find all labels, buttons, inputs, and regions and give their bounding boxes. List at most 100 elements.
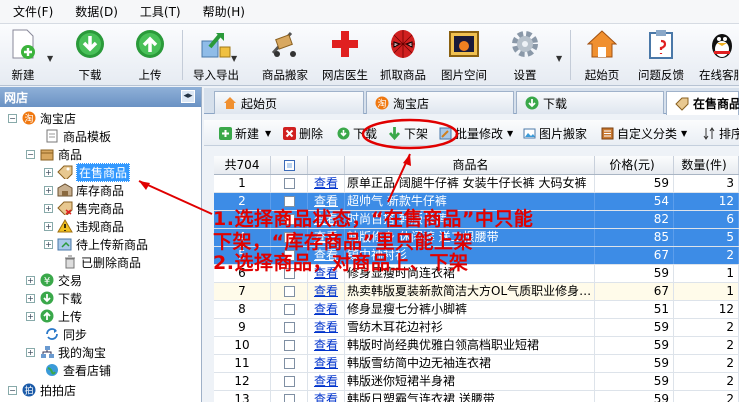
tree-node-pending-upload[interactable]: + 待上传新商品 xyxy=(44,235,148,253)
settings-button[interactable]: 设置 xyxy=(507,26,543,84)
table-row[interactable]: 11 查看 韩版雪纺简中边无袖连衣裙 59 2 xyxy=(214,355,739,373)
download-product-button[interactable]: 下载 xyxy=(336,124,377,142)
select-all-checkbox[interactable] xyxy=(271,156,308,174)
table-row[interactable]: 13 查看 韩版日塑霸气连衣裙 送腰带 59 2 xyxy=(214,391,739,402)
tree-node-sync[interactable]: 同步 xyxy=(44,325,87,343)
tree-node-on-sale[interactable]: + 在售商品 xyxy=(44,162,131,182)
collapse-icon[interactable]: − xyxy=(8,385,17,395)
custom-category-button[interactable]: 自定义分类 ▼ xyxy=(600,124,687,142)
menu-file[interactable]: 文件(F) xyxy=(0,3,62,20)
table-row[interactable]: 12 查看 韩版迷你短裙半身裙 59 2 xyxy=(214,373,739,391)
expand-icon[interactable]: + xyxy=(26,347,35,357)
product-quantity: 2 xyxy=(674,373,739,390)
batch-edit-button[interactable]: 批量修改 ▼ xyxy=(438,124,513,142)
row-checkbox[interactable] xyxy=(271,301,308,318)
view-link[interactable]: 查看 xyxy=(308,319,345,336)
tree-node-my-taobao[interactable]: + 我的淘宝 xyxy=(26,343,106,361)
view-link[interactable]: 查看 xyxy=(308,283,345,300)
menu-data[interactable]: 数据(D) xyxy=(62,3,127,20)
tree-node-download[interactable]: + 下载 xyxy=(26,289,82,307)
tree-node-sold-out[interactable]: + 售完商品 xyxy=(44,199,124,217)
view-link[interactable]: 查看 xyxy=(308,337,345,354)
new-product-button[interactable]: 新建 ▼ xyxy=(218,124,271,142)
tab-download[interactable]: 下载 xyxy=(516,91,664,114)
grab-products-button[interactable]: 抓取商品 xyxy=(376,26,430,84)
start-page-button[interactable]: 起始页 xyxy=(580,26,624,84)
tree-node-trade[interactable]: + ¥ 交易 xyxy=(26,271,82,289)
image-move-button[interactable]: 图片搬家 xyxy=(522,124,587,142)
tree-node-upload[interactable]: + 上传 xyxy=(26,307,82,325)
product-price: 59 xyxy=(595,265,674,282)
expand-icon[interactable]: + xyxy=(44,167,53,177)
new-dropdown-arrow[interactable]: ▼ xyxy=(47,54,53,63)
expand-icon[interactable]: + xyxy=(26,293,35,303)
chevron-down-icon[interactable]: ▼ xyxy=(265,129,271,138)
view-link[interactable]: 查看 xyxy=(308,373,345,390)
taobao-icon: 淘 xyxy=(375,96,389,110)
tree-node-products[interactable]: − 商品 xyxy=(26,145,82,163)
column-price[interactable]: 价格(元) xyxy=(595,156,674,174)
menu-bar: 文件(F) 数据(D) 工具(T) 帮助(H) xyxy=(0,0,739,24)
expand-icon[interactable]: + xyxy=(26,275,35,285)
row-checkbox[interactable] xyxy=(271,337,308,354)
column-name[interactable]: 商品名 xyxy=(345,156,595,174)
shop-doctor-button[interactable]: 网店医生 xyxy=(318,26,372,84)
collapse-icon[interactable]: − xyxy=(8,113,17,123)
sidebar-pin-button[interactable]: ◂▸ xyxy=(181,90,195,103)
tree-node-view-shop[interactable]: 查看店铺 xyxy=(44,361,111,379)
tree-node-product-template[interactable]: 商品模板 xyxy=(44,127,111,145)
tree-node-violation[interactable]: + 违规商品 xyxy=(44,217,124,235)
expand-icon[interactable]: + xyxy=(44,239,53,249)
tab-on-sale[interactable]: 在售商品 xyxy=(666,91,739,115)
tree-node-taobao-shop[interactable]: − 淘 淘宝店 xyxy=(8,109,76,127)
view-link[interactable]: 查看 xyxy=(308,301,345,318)
row-checkbox[interactable] xyxy=(271,355,308,372)
product-price: 67 xyxy=(595,247,674,264)
expand-icon[interactable]: + xyxy=(44,221,53,231)
tab-start-page[interactable]: 起始页 xyxy=(214,91,364,114)
view-link[interactable]: 查看 xyxy=(308,391,345,402)
row-checkbox[interactable] xyxy=(271,373,308,390)
delete-button[interactable]: 删除 xyxy=(282,124,323,142)
menu-tools[interactable]: 工具(T) xyxy=(127,3,190,20)
upload-button[interactable]: 上传 xyxy=(130,26,170,84)
expand-icon[interactable]: + xyxy=(44,185,53,195)
import-export-dropdown-arrow[interactable]: ▼ xyxy=(231,54,237,63)
chevron-down-icon[interactable]: ▼ xyxy=(681,129,687,138)
column-quantity[interactable]: 数量(件) xyxy=(674,156,739,174)
taobao-icon: 淘 xyxy=(21,111,37,125)
tree-node-paipai-shop[interactable]: − 拍 拍拍店 xyxy=(8,381,76,399)
product-quantity: 6 xyxy=(674,211,739,228)
product-quantity: 2 xyxy=(674,337,739,354)
delist-button[interactable]: 下架 xyxy=(387,124,428,142)
table-row[interactable]: 8 查看 修身显瘦七分裤小脚裤 51 12 xyxy=(214,301,739,319)
product-price: 82 xyxy=(595,211,674,228)
chevron-down-icon[interactable]: ▼ xyxy=(507,129,513,138)
row-checkbox[interactable] xyxy=(271,283,308,300)
table-row[interactable]: 7 查看 热卖韩版夏装新款简洁大方OL气质职业修身… 67 1 xyxy=(214,283,739,301)
move-products-button[interactable]: 商品搬家 xyxy=(258,26,312,84)
picture-space-button[interactable]: 图片空间 xyxy=(437,26,491,84)
settings-dropdown-arrow[interactable]: ▼ xyxy=(556,54,562,63)
new-button[interactable]: 新建 xyxy=(6,26,40,84)
sort-button[interactable]: 排序 xyxy=(702,124,739,142)
tree-node-stock[interactable]: + 库存商品 xyxy=(44,181,124,199)
feedback-button[interactable]: 问题反馈 xyxy=(634,26,688,84)
collapse-icon[interactable]: − xyxy=(26,149,35,159)
table-row[interactable]: 1 查看 原单正品 阔腿牛仔裤 女装牛仔长裤 大码女裤 59 3 xyxy=(214,175,739,193)
table-row[interactable]: 10 查看 韩版时尚经典优雅白领高档职业短裙 59 2 xyxy=(214,337,739,355)
warning-icon xyxy=(57,219,73,233)
download-button[interactable]: 下载 xyxy=(70,26,110,84)
row-checkbox[interactable] xyxy=(271,319,308,336)
menu-help[interactable]: 帮助(H) xyxy=(190,3,254,20)
view-link[interactable]: 查看 xyxy=(308,175,345,192)
row-checkbox[interactable] xyxy=(271,175,308,192)
row-checkbox[interactable] xyxy=(271,391,308,402)
online-service-button[interactable]: 在线客服 xyxy=(695,26,739,84)
tab-taobao-shop[interactable]: 淘 淘宝店 xyxy=(366,91,514,114)
view-link[interactable]: 查看 xyxy=(308,355,345,372)
table-row[interactable]: 9 查看 雪纺木耳花边衬衫 59 2 xyxy=(214,319,739,337)
tree-node-deleted[interactable]: 已删除商品 xyxy=(62,253,141,271)
expand-icon[interactable]: + xyxy=(26,311,35,321)
expand-icon[interactable]: + xyxy=(44,203,53,213)
